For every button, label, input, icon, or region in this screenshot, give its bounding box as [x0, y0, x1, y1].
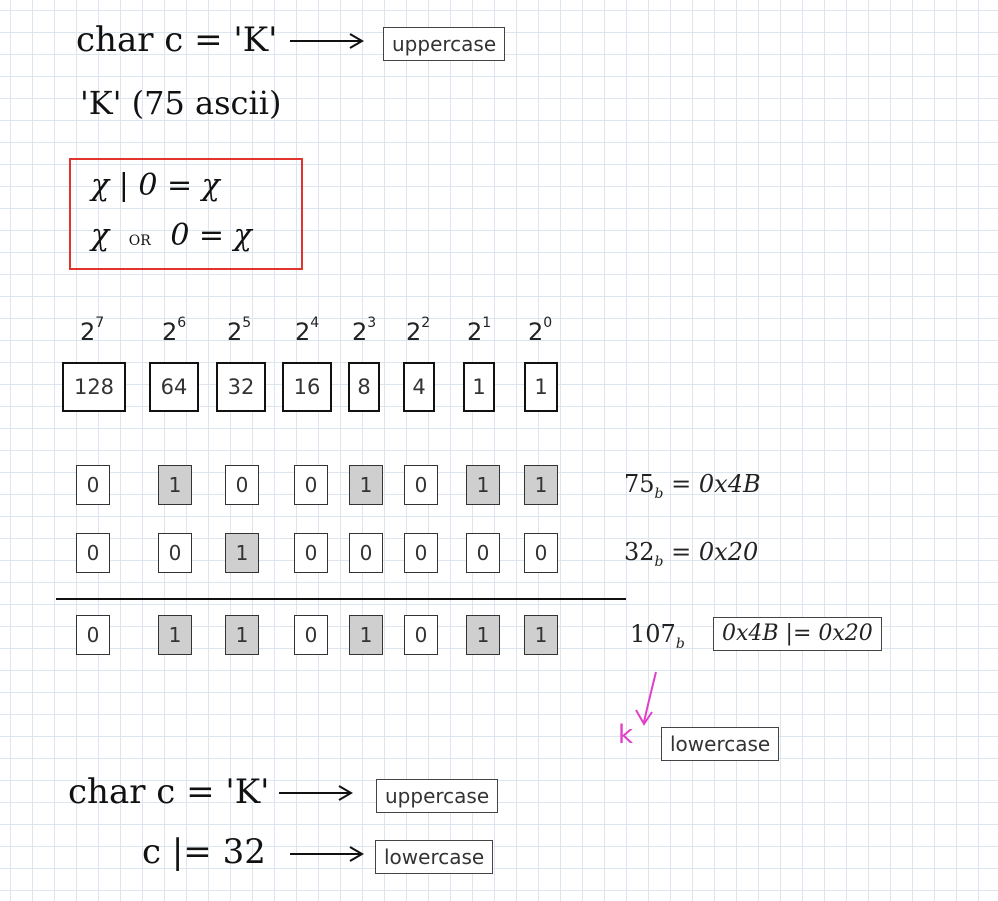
place-value-box: 16: [282, 362, 332, 412]
place-value-box: 8: [348, 362, 380, 412]
power-label: 25: [227, 315, 252, 346]
power-label: 26: [162, 315, 187, 346]
arrow-down-icon: [635, 671, 657, 726]
arrow-right-icon: [290, 846, 364, 862]
ascii-note: 'K' (75 ascii): [80, 84, 282, 122]
power-label: 20: [528, 315, 553, 346]
place-value-box: 128: [62, 362, 126, 412]
bit-cell: 0: [294, 615, 328, 655]
footer-lowercase-tag: lowercase: [375, 840, 494, 874]
row1-label: 75b = 0x4B: [624, 470, 761, 502]
bit-cell: 0: [225, 465, 259, 505]
footer-uppercase-tag: uppercase: [376, 779, 499, 813]
bit-cell: 0: [524, 533, 558, 573]
arrow-right-icon: [290, 33, 364, 49]
bit-cell: 0: [158, 533, 192, 573]
arrow-right-icon: [279, 785, 353, 801]
bit-cell: 0: [404, 465, 438, 505]
or-expression-box: 0x4B |= 0x20: [713, 617, 882, 651]
bit-cell: 1: [524, 615, 558, 655]
bit-cell: 0: [294, 465, 328, 505]
power-label: 24: [295, 315, 320, 346]
rule-result: 0 = χ: [170, 218, 252, 253]
char-declaration: char c = 'K': [76, 20, 278, 60]
bit-cell: 1: [225, 533, 259, 573]
bit-cell: 0: [466, 533, 500, 573]
bit-cell: 1: [466, 615, 500, 655]
place-value-box: 1: [463, 362, 495, 412]
power-label: 22: [406, 315, 431, 346]
footer-char-declaration: char c = 'K': [68, 772, 270, 812]
bit-cell: 0: [404, 615, 438, 655]
footer-or-operation: c |= 32: [142, 832, 266, 872]
rule-x: χ: [91, 218, 110, 253]
place-value-box: 1: [524, 362, 558, 412]
bit-cell: 1: [158, 465, 192, 505]
rule-or-word: OR: [128, 233, 151, 249]
row2-label: 32b = 0x20: [624, 538, 759, 570]
lowercase-tag: lowercase: [661, 727, 780, 761]
bit-cell: 0: [76, 533, 110, 573]
or-identity-word: χ OR 0 = χ: [91, 218, 252, 253]
power-label: 23: [352, 315, 377, 346]
bit-cell: 0: [76, 465, 110, 505]
power-label: 27: [80, 315, 105, 346]
bit-cell: 0: [294, 533, 328, 573]
place-value-box: 64: [149, 362, 199, 412]
uppercase-tag: uppercase: [383, 27, 506, 61]
bit-cell: 1: [225, 615, 259, 655]
sum-divider: [56, 598, 626, 600]
bit-cell: 1: [349, 465, 383, 505]
bit-cell: 1: [158, 615, 192, 655]
bit-cell: 1: [466, 465, 500, 505]
bit-cell: 0: [76, 615, 110, 655]
row3-label: 107b: [630, 620, 685, 652]
or-identity-pipe: χ | 0 = χ: [91, 168, 220, 203]
bit-cell: 0: [349, 533, 383, 573]
result-char: k: [618, 720, 634, 750]
or-identity-box: χ | 0 = χ χ OR 0 = χ: [69, 158, 303, 270]
place-value-box: 32: [216, 362, 266, 412]
power-label: 21: [467, 315, 492, 346]
place-value-box: 4: [403, 362, 435, 412]
bit-cell: 1: [349, 615, 383, 655]
bit-cell: 0: [404, 533, 438, 573]
bit-cell: 1: [524, 465, 558, 505]
